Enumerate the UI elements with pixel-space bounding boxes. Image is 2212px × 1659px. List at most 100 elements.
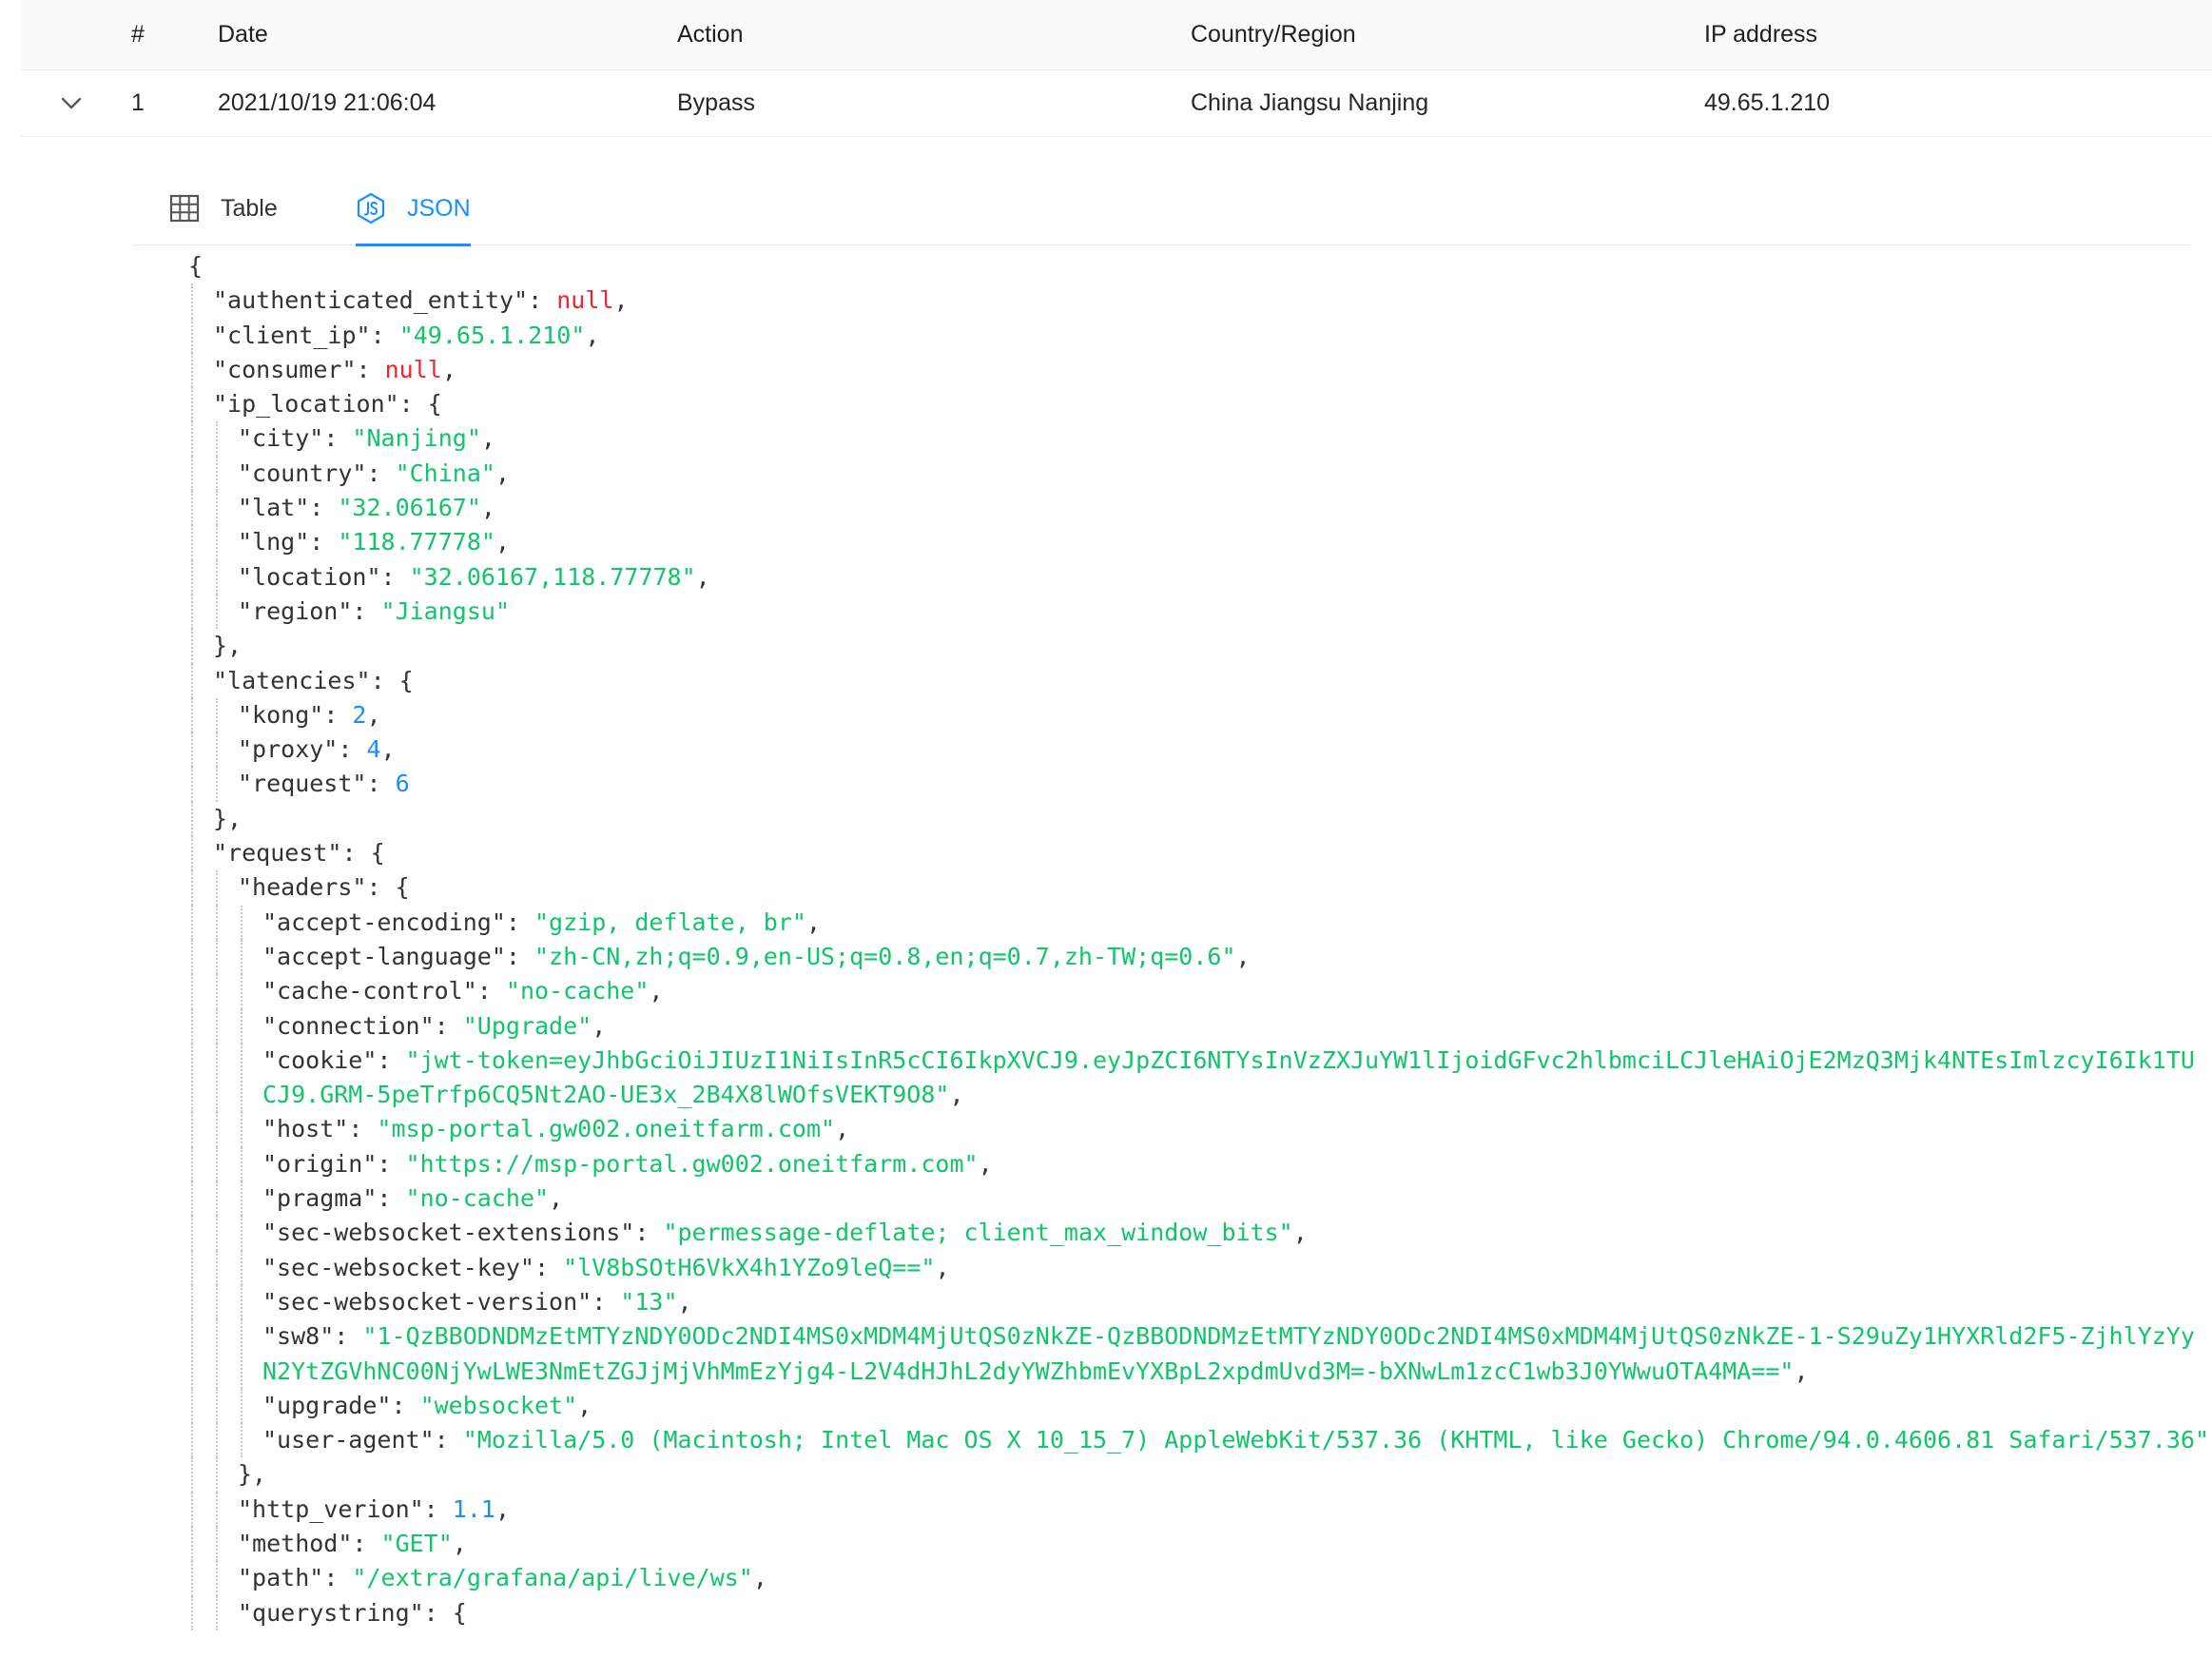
json-key: "lat"	[238, 494, 310, 522]
json-number: 6	[395, 770, 410, 798]
json-punct: ,	[380, 735, 396, 764]
column-header-action[interactable]: Action	[677, 0, 743, 69]
indent-guide	[241, 1008, 243, 1044]
column-header-number[interactable]: #	[131, 0, 145, 69]
indent-guide	[191, 318, 193, 353]
indent-guide	[191, 939, 193, 975]
indent-guide	[216, 1008, 218, 1044]
json-number: 2	[352, 700, 367, 729]
json-line: "origin": "https://msp-portal.gw002.onei…	[188, 1146, 2204, 1182]
json-punct: ,	[835, 1115, 850, 1143]
json-line: "client_ip": "49.65.1.210",	[188, 318, 2204, 353]
json-string: "32.06167"	[338, 494, 481, 522]
json-key: "upgrade"	[262, 1391, 392, 1419]
indent-guide	[216, 1388, 218, 1424]
json-punct: ,	[1292, 1219, 1308, 1247]
tab-json[interactable]: JSON	[356, 171, 471, 246]
indent-guide	[191, 1457, 193, 1493]
json-line: "country": "China",	[188, 456, 2204, 492]
json-punct: ,	[613, 286, 629, 315]
json-line: "lng": "118.77778",	[188, 525, 2204, 560]
json-key: "request"	[238, 770, 367, 798]
json-punct: :	[334, 1322, 363, 1351]
json-punct: :	[323, 424, 353, 453]
json-line: {	[188, 249, 2204, 283]
json-line: },	[188, 801, 2204, 837]
indent-guide	[216, 1043, 218, 1113]
indent-guide	[191, 1043, 193, 1113]
json-line: "consumer": null,	[188, 352, 2204, 388]
json-line: "querystring": {	[188, 1595, 2204, 1630]
json-punct: :	[391, 1391, 420, 1419]
json-punct: :	[370, 321, 399, 349]
json-punct: ,	[695, 562, 710, 591]
json-punct: ,	[752, 1564, 767, 1592]
json-punct: :	[338, 735, 367, 764]
row-expand-toggle[interactable]	[55, 70, 87, 136]
column-header-ip-address[interactable]: IP address	[1704, 0, 1817, 69]
indent-guide	[191, 1284, 193, 1320]
json-punct: ,	[441, 355, 456, 383]
json-punct: ,	[978, 1149, 993, 1178]
detail-tabs: Table JSON	[133, 171, 2191, 246]
indent-guide	[216, 1112, 218, 1147]
json-string: "32.06167,118.77778"	[409, 562, 696, 591]
indent-guide	[191, 732, 193, 768]
indent-guide	[191, 1388, 193, 1424]
json-punct: ,	[805, 908, 822, 936]
json-punct: :	[423, 1494, 453, 1523]
json-punct: ,	[585, 321, 600, 349]
json-punct: ,	[495, 459, 510, 487]
indent-guide	[216, 1284, 218, 1320]
json-line: "sec-websocket-extensions": "permessage-…	[188, 1216, 2204, 1251]
json-punct: :	[534, 1253, 564, 1281]
json-punct: ,	[1235, 942, 1251, 970]
indent-guide	[216, 594, 218, 630]
json-key: "consumer"	[213, 355, 357, 383]
json-key: "cache-control"	[262, 977, 477, 1005]
json-string: "GET"	[380, 1529, 453, 1557]
json-key: "sec-websocket-key"	[262, 1253, 534, 1281]
json-number: 1.1	[452, 1494, 495, 1523]
indent-guide	[216, 1526, 218, 1562]
row-action: Bypass	[677, 89, 755, 116]
indent-guide	[216, 697, 218, 733]
indent-guide	[241, 1388, 243, 1424]
json-line: "path": "/extra/grafana/api/live/ws",	[188, 1561, 2204, 1596]
indent-guide	[216, 456, 218, 492]
json-line: "proxy": 4,	[188, 732, 2204, 768]
json-punct: ,	[1794, 1356, 1809, 1385]
json-punct: :	[434, 1011, 463, 1040]
indent-guide	[241, 974, 243, 1009]
json-punct: },	[213, 804, 243, 832]
json-line: "sec-websocket-key": "lV8bSOtH6VkX4h1YZo…	[188, 1250, 2204, 1285]
json-string: "Nanjing"	[352, 424, 481, 453]
indent-guide	[191, 629, 193, 664]
tab-json-label: JSON	[407, 194, 471, 222]
json-key: "pragma"	[262, 1184, 378, 1213]
indent-guide	[216, 1492, 218, 1527]
json-punct: :	[366, 770, 396, 798]
table-row[interactable]: 1 2021/10/19 21:06:04 Bypass China Jiang…	[21, 70, 2212, 137]
column-header-country-region[interactable]: Country/Region	[1191, 0, 1356, 69]
indent-guide	[216, 905, 218, 940]
json-string: "13"	[620, 1287, 678, 1316]
indent-guide	[191, 974, 193, 1009]
json-string: "permessage-deflate; client_max_window_b…	[663, 1219, 1293, 1247]
indent-guide	[216, 732, 218, 768]
indent-guide	[216, 870, 218, 906]
json-number: 4	[366, 735, 381, 764]
json-string: "Jiangsu"	[380, 596, 510, 625]
chevron-down-icon	[61, 97, 82, 108]
json-key: "client_ip"	[213, 321, 371, 349]
json-key: "method"	[238, 1529, 353, 1557]
json-key: "lng"	[238, 528, 310, 556]
json-line: "cache-control": "no-cache",	[188, 974, 2204, 1009]
json-string: "websocket"	[419, 1391, 578, 1419]
json-punct: :	[352, 1529, 381, 1557]
js-hex-icon	[356, 192, 386, 224]
indent-guide	[216, 1561, 218, 1596]
json-string: "zh-CN,zh;q=0.9,en-US;q=0.8,en;q=0.7,zh-…	[534, 942, 1236, 970]
tab-table[interactable]: Table	[169, 171, 278, 245]
column-header-date[interactable]: Date	[218, 0, 268, 69]
